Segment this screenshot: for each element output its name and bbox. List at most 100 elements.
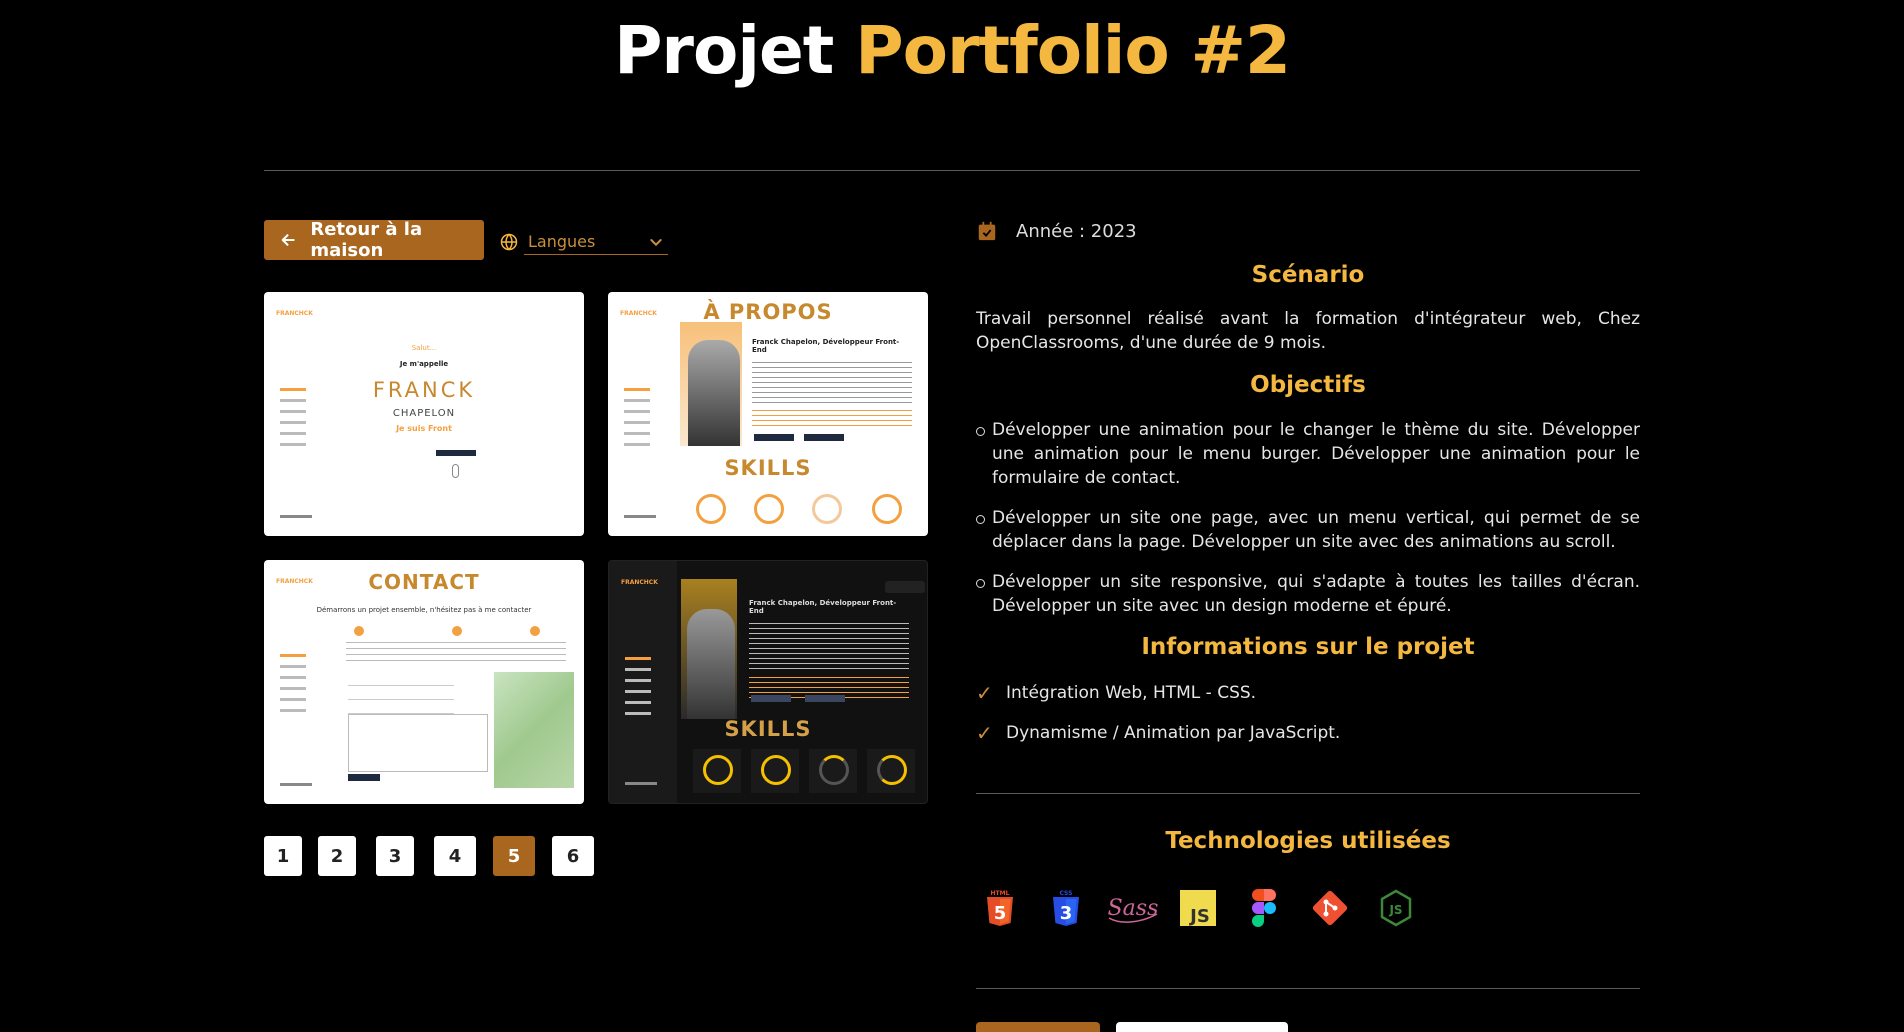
arrow-left-icon — [281, 234, 295, 246]
sass-icon: Sass — [1104, 886, 1162, 930]
language-select[interactable]: Langues — [500, 228, 668, 256]
divider — [264, 170, 1640, 171]
svg-text:CSS: CSS — [1060, 890, 1073, 897]
page-button-3[interactable]: 3 — [376, 836, 414, 876]
mini-skill-gauge — [819, 755, 849, 785]
mini-button — [436, 450, 476, 456]
check-icon: ✓ — [976, 681, 993, 705]
mini-text-block — [752, 362, 912, 404]
mini-nav — [624, 388, 650, 454]
globe-icon — [500, 233, 518, 251]
objective-item: Développer un site responsive, qui s'ada… — [976, 570, 1640, 618]
mini-button — [754, 434, 794, 441]
mini-contact-heading: CONTACT — [368, 570, 480, 594]
mini-intro: Je m'appelle — [399, 360, 449, 368]
map-image — [494, 672, 574, 788]
phone-icon — [452, 626, 462, 636]
figma-icon — [1244, 886, 1284, 930]
portrait-image — [688, 340, 740, 446]
project-year-text: Année : 2023 — [1016, 220, 1137, 242]
page-button-6[interactable]: 6 — [552, 836, 594, 876]
mini-greeting: Salut... — [411, 344, 437, 352]
project-screenshot-about[interactable]: FRANCHCK À PROPOS Franck Chapelon, Dével… — [608, 292, 928, 536]
html5-icon: HTML 5 — [980, 886, 1020, 930]
check-icon: ✓ — [976, 721, 993, 745]
mini-field — [348, 706, 454, 714]
css3-icon: CSS 3 — [1046, 886, 1086, 930]
page-button-1[interactable]: 1 — [264, 836, 302, 876]
mini-info-block — [752, 410, 912, 430]
mini-skill-gauge — [754, 494, 784, 524]
technologies-title: Technologies utilisées — [1165, 828, 1451, 854]
language-select-placeholder: Langues — [528, 232, 596, 251]
svg-text:JS: JS — [1188, 906, 1210, 926]
git-icon — [1310, 886, 1350, 930]
svg-text:HTML: HTML — [991, 890, 1010, 897]
page-button-2[interactable]: 2 — [318, 836, 356, 876]
divider — [976, 793, 1640, 794]
mini-skill-gauge — [696, 494, 726, 524]
divider — [976, 988, 1640, 989]
mini-tagline: Je suis Front — [396, 424, 452, 433]
mini-color-picker — [885, 581, 925, 593]
scenario-text: Travail personnel réalisé avant la forma… — [976, 309, 1640, 353]
mini-about-heading: À PROPOS — [703, 300, 833, 324]
svg-text:3: 3 — [1060, 903, 1073, 924]
calendar-icon — [978, 221, 996, 241]
bottom-action-button-primary[interactable] — [976, 1022, 1100, 1032]
page-title: Projet Portfolio #2 — [0, 12, 1904, 89]
svg-text:5: 5 — [994, 903, 1007, 924]
mini-message-field — [348, 714, 488, 772]
location-icon — [530, 626, 540, 636]
mini-about-subheading: Franck Chapelon, Développeur Front-End — [749, 599, 897, 615]
project-screenshot-contact[interactable]: FRANCHCK CONTACT Démarrons un projet ens… — [264, 560, 584, 804]
page-button-5[interactable]: 5 — [493, 836, 535, 876]
chevron-down-icon — [650, 238, 662, 246]
project-info-item: ✓ Dynamisme / Animation par JavaScript. — [976, 721, 1340, 745]
mini-nav — [625, 657, 651, 723]
mini-button — [751, 695, 791, 702]
page-button-4[interactable]: 4 — [434, 836, 476, 876]
bottom-action-button-secondary[interactable] — [1116, 1022, 1288, 1032]
mini-social — [625, 782, 657, 785]
portrait-image — [687, 609, 735, 719]
project-screenshot-home[interactable]: FRANCHCK Salut... Je m'appelle FRANCK CH… — [264, 292, 584, 536]
svg-text:JS: JS — [1388, 903, 1402, 917]
objectives-title: Objectifs — [1250, 372, 1366, 398]
language-select-box[interactable]: Langues — [524, 229, 668, 255]
mini-skills-heading: SKILLS — [724, 717, 812, 741]
objective-item: Développer une animation pour le changer… — [976, 418, 1640, 490]
project-screenshot-dark-theme[interactable]: FRANCHCK Franck Chapelon, Développeur Fr… — [608, 560, 928, 804]
mini-button — [805, 695, 845, 702]
project-info-title: Informations sur le projet — [1141, 634, 1475, 660]
mini-skills-heading: SKILLS — [724, 456, 812, 480]
mini-button — [804, 434, 844, 441]
project-info-text: Intégration Web, HTML - CSS. — [1006, 683, 1257, 703]
page-title-part1: Projet — [614, 12, 834, 89]
mini-social — [280, 783, 312, 786]
objective-item: Développer un site one page, avec un men… — [976, 506, 1640, 554]
mini-field — [348, 678, 454, 686]
project-info-text: Dynamisme / Animation par JavaScript. — [1006, 723, 1341, 743]
mini-skill-gauge — [812, 494, 842, 524]
javascript-icon: JS — [1178, 886, 1218, 930]
mini-logo: FRANCHCK — [276, 310, 313, 317]
mini-skill-gauge — [872, 494, 902, 524]
mini-submit-button — [348, 774, 380, 781]
mini-skill-gauge — [877, 755, 907, 785]
mini-text-block — [749, 623, 909, 673]
mini-contact-info — [346, 642, 566, 662]
project-year: Année : 2023 — [976, 220, 1137, 242]
mini-firstname: FRANCK — [372, 378, 476, 402]
mini-about-subheading: Franck Chapelon, Développeur Front-End — [752, 338, 900, 354]
back-home-label: Retour à la maison — [310, 219, 423, 261]
mini-skill-gauge — [761, 755, 791, 785]
mini-social — [280, 515, 312, 518]
mini-skill-gauge — [703, 755, 733, 785]
mini-field — [348, 692, 454, 700]
mini-social — [624, 515, 656, 518]
back-home-button[interactable]: Retour à la maison — [264, 219, 484, 261]
mini-logo: FRANCHCK — [621, 579, 658, 586]
email-icon — [354, 626, 364, 636]
mini-nav — [280, 654, 306, 720]
